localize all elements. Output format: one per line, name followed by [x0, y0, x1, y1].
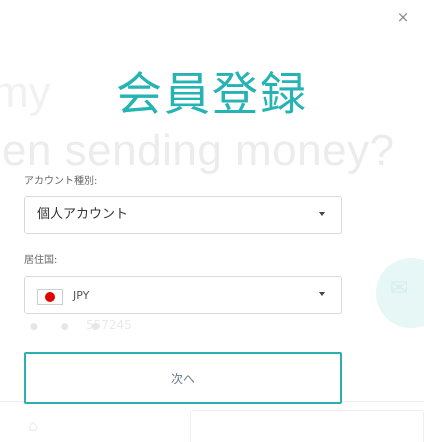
chevron-down-icon [319, 212, 325, 216]
currency-code: JPY [73, 289, 90, 302]
page-title: 会員登録 [116, 67, 308, 121]
background-chat-icon: ✉ [390, 276, 409, 301]
chevron-down-icon [319, 292, 325, 296]
residence-country-label: 居住国: [24, 255, 58, 266]
background-bottom-box [190, 410, 424, 442]
background-headline: en sending money? [2, 126, 395, 175]
account-type-value: 個人アカウント [37, 207, 129, 222]
background-dots: ● ● ● [30, 322, 110, 332]
account-type-label: アカウント種別: [24, 176, 98, 187]
background-amount: 557245 [86, 318, 132, 332]
residence-country-select[interactable]: JPY [24, 276, 342, 314]
next-button[interactable]: 次へ [24, 352, 342, 404]
close-icon: × [396, 8, 410, 26]
japan-flag-icon [37, 289, 63, 305]
background-chat-bubble [376, 258, 424, 328]
close-button[interactable]: × [392, 6, 414, 28]
background-home-icon: ⌂ [28, 416, 39, 435]
flag-circle [45, 292, 55, 302]
account-type-select[interactable]: 個人アカウント [24, 196, 342, 234]
